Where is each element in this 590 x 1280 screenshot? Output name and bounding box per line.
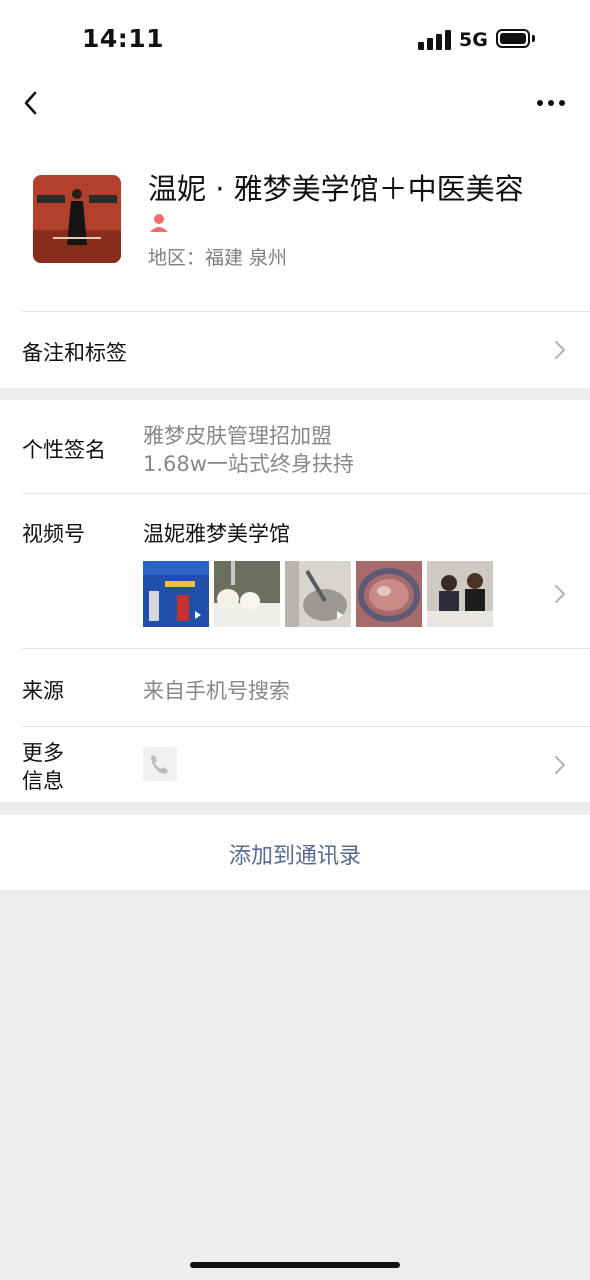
video-thumbnail[interactable] — [356, 561, 422, 627]
battery-icon — [496, 29, 530, 48]
video-thumbnail[interactable] — [285, 561, 351, 627]
battery-tip — [532, 35, 535, 42]
source-label: 来源 — [22, 679, 64, 703]
home-indicator[interactable] — [190, 1262, 400, 1268]
signal-icon — [418, 30, 452, 50]
signature-line-2: 1.68w一站式终身扶持 — [143, 452, 354, 476]
chevron-right-icon — [555, 585, 566, 603]
add-to-contacts-button[interactable]: 添加到通讯录 — [0, 838, 590, 870]
divider — [22, 648, 590, 649]
more-info-label-line1: 更多 — [22, 741, 64, 765]
signature-line-1: 雅梦皮肤管理招加盟 — [143, 424, 332, 448]
contact-name: 温妮 · 雅梦美学馆＋中医美容 — [148, 172, 524, 206]
phone-icon — [143, 747, 177, 781]
signature-label: 个性签名 — [22, 438, 106, 462]
back-icon[interactable] — [18, 88, 48, 118]
avatar[interactable] — [33, 175, 121, 263]
chevron-right-icon — [555, 756, 566, 774]
channel-name: 温妮雅梦美学馆 — [143, 522, 290, 546]
channels-label: 视频号 — [22, 522, 85, 546]
chevron-right-icon — [555, 341, 566, 359]
video-thumbnail[interactable] — [214, 561, 280, 627]
more-info-label-line2: 信息 — [22, 769, 64, 793]
person-badge-icon — [150, 214, 168, 232]
network-type: 5G — [459, 29, 488, 51]
more-info-row[interactable] — [0, 727, 590, 802]
source-value: 来自手机号搜索 — [143, 679, 290, 703]
status-time: 14:11 — [82, 24, 165, 53]
region-text: 地区：福建 泉州 — [148, 247, 288, 269]
more-options-icon[interactable] — [536, 98, 566, 108]
remarks-label: 备注和标签 — [22, 341, 127, 365]
video-thumbnail[interactable] — [143, 561, 209, 627]
video-thumbnail[interactable] — [427, 561, 493, 627]
